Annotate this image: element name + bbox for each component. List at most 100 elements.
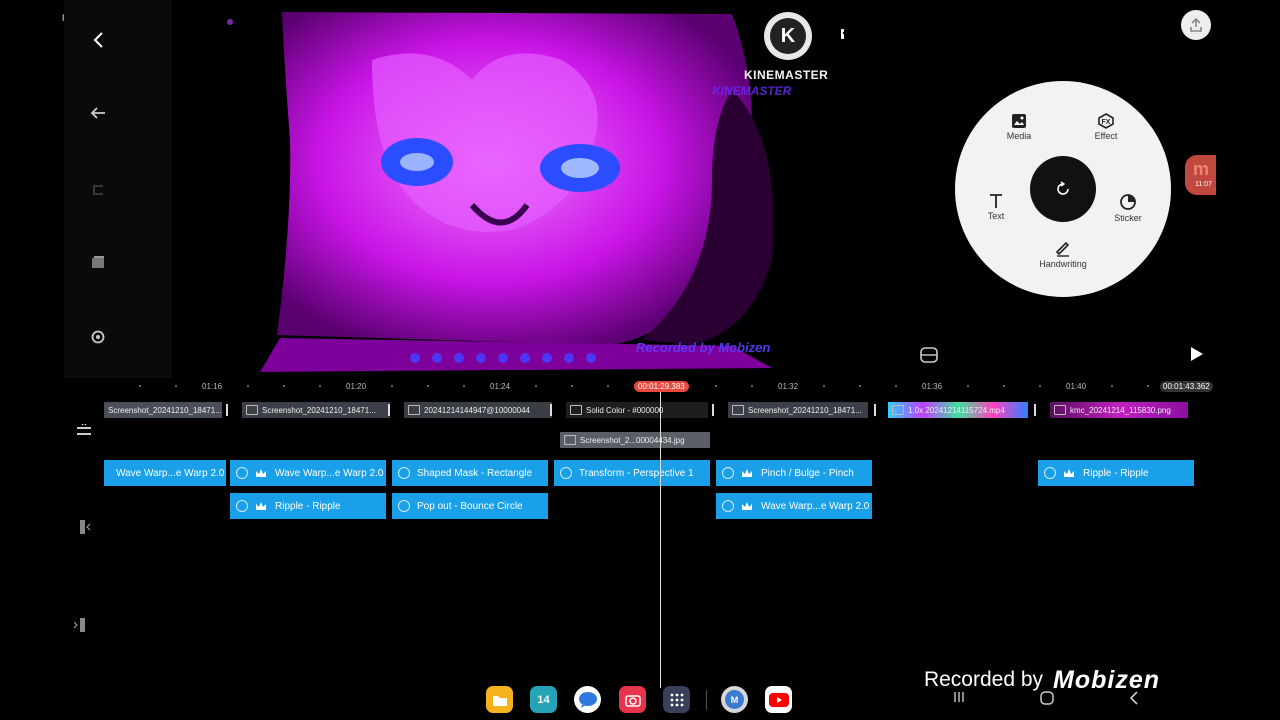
effect-layer[interactable]: Transform - Perspective 1 xyxy=(554,460,710,486)
redo-icon[interactable] xyxy=(86,178,110,202)
effect-layer[interactable]: Wave Warp...e Warp 2.0 xyxy=(716,493,872,519)
ghost-recorder-watermark: Recorded by Mobizen xyxy=(636,340,771,355)
dock-divider xyxy=(706,690,707,710)
video-clip[interactable]: Screenshot_20241210_18471... xyxy=(728,402,868,418)
video-clip[interactable]: 20241214144947@10000044 xyxy=(404,402,552,418)
transition-marker[interactable] xyxy=(550,404,552,416)
undo-icon[interactable] xyxy=(86,101,110,125)
preview-frame-image xyxy=(172,0,844,378)
handwriting-button[interactable]: Handwriting xyxy=(1028,239,1098,269)
rotate-icon xyxy=(1057,181,1069,195)
effect-ring-icon xyxy=(398,467,410,479)
home-icon[interactable] xyxy=(1039,690,1055,706)
media-label: Media xyxy=(1006,131,1032,141)
effect-button[interactable]: FX Effect xyxy=(1071,113,1141,141)
effect-layer[interactable]: Wave Warp...e Warp 2.0 xyxy=(230,460,386,486)
text-button[interactable]: Text xyxy=(961,193,1031,221)
camera-app-icon[interactable] xyxy=(619,686,646,713)
app-drawer-icon[interactable] xyxy=(663,686,690,713)
clip-label: 1.0x 20241214115724.mp4 xyxy=(908,405,1005,415)
wheel-center-button[interactable] xyxy=(1030,156,1096,222)
video-clip[interactable]: Screenshot_20241210_18471... xyxy=(242,402,390,418)
effect-layer[interactable]: Pinch / Bulge - Pinch xyxy=(716,460,872,486)
image-icon xyxy=(1054,405,1066,415)
system-back-icon[interactable] xyxy=(1128,690,1142,706)
ruler-tick: 01:36 xyxy=(922,382,943,391)
transition-marker[interactable] xyxy=(712,404,714,416)
effect-label: Ripple - Ripple xyxy=(1083,467,1149,479)
effect-label: Pinch / Bulge - Pinch xyxy=(761,467,854,479)
effect-layer[interactable]: Wave Warp...e Warp 2.0 xyxy=(104,460,226,486)
image-icon xyxy=(732,405,744,415)
recent-apps-icon[interactable] xyxy=(952,690,966,704)
transition-marker[interactable] xyxy=(874,404,876,416)
pen-icon xyxy=(1055,241,1070,257)
kinemaster-watermark-text: KINEMASTER xyxy=(744,68,829,82)
clip-label: 20241214144947@10000044 xyxy=(424,405,531,415)
transition-marker[interactable] xyxy=(226,404,228,416)
layers-icon[interactable] xyxy=(86,250,110,274)
clip-label: Screenshot_20241210_18471... xyxy=(262,405,376,415)
video-icon xyxy=(892,405,904,415)
export-icon[interactable] xyxy=(1181,10,1211,40)
effect-layer[interactable]: Pop out - Bounce Circle xyxy=(392,493,548,519)
asset-store-icon[interactable] xyxy=(919,346,939,364)
sticker-button[interactable]: Sticker xyxy=(1093,193,1163,223)
transition-marker[interactable] xyxy=(388,404,390,416)
track-handle-icon[interactable] xyxy=(80,520,92,534)
ruler-tick: 01:16 xyxy=(202,382,223,391)
media-icon xyxy=(1012,114,1026,128)
effect-ring-icon xyxy=(722,500,734,512)
effect-ring-icon xyxy=(1044,467,1056,479)
clip-label: kmc_20241214_115830.png xyxy=(1070,405,1171,415)
effect-ring-icon xyxy=(236,467,248,479)
clip-label: Screenshot_20241210_18471... xyxy=(108,405,222,415)
clip-label: Screenshot_20241210_18471... xyxy=(748,405,862,415)
files-app-icon[interactable] xyxy=(486,686,513,713)
sticker-label: Sticker xyxy=(1114,213,1142,223)
mobizen-app-icon[interactable]: M xyxy=(721,686,748,713)
ruler-tick: 01:20 xyxy=(346,382,367,391)
color-icon xyxy=(570,405,582,415)
calendar-day: 14 xyxy=(537,693,550,706)
floating-recorder-badge[interactable]: m 11:07 xyxy=(1185,155,1216,195)
effect-layer[interactable]: Ripple - Ripple xyxy=(230,493,386,519)
ruler-tick: 01:40 xyxy=(1066,382,1087,391)
effect-layer[interactable]: Ripple - Ripple xyxy=(1038,460,1194,486)
video-clip[interactable]: 1.0x 20241214115724.mp4 xyxy=(888,402,1028,418)
image-icon xyxy=(246,405,258,415)
effect-label: Pop out - Bounce Circle xyxy=(417,500,523,512)
video-clip[interactable]: Solid Color - #000000 xyxy=(566,402,708,418)
kinemaster-ghost-text: KINEMASTER xyxy=(712,84,792,98)
video-preview[interactable]: Recorded by Mobizen K KINEMASTER KINEMAS… xyxy=(172,0,844,378)
video-clip[interactable]: kmc_20241214_115830.png xyxy=(1050,402,1188,418)
timeline-expand-icon[interactable] xyxy=(76,422,92,438)
svg-text:FX: FX xyxy=(1102,119,1111,126)
effect-label: Wave Warp...e Warp 2.0 xyxy=(275,467,384,479)
kinemaster-logo: K xyxy=(764,12,812,60)
back-icon[interactable] xyxy=(86,28,110,52)
youtube-app-icon[interactable] xyxy=(765,686,792,713)
text-label: Text xyxy=(987,211,1005,221)
overlay-clip[interactable]: Screenshot_2...00004434.jpg xyxy=(560,432,710,448)
effect-ring-icon xyxy=(560,467,572,479)
messages-app-icon[interactable] xyxy=(574,686,601,713)
effect-layer[interactable]: Shaped Mask - Rectangle xyxy=(392,460,548,486)
settings-icon[interactable] xyxy=(86,325,110,349)
image-icon xyxy=(564,435,576,445)
image-icon xyxy=(408,405,420,415)
playhead-time: 00:01:29.383 xyxy=(634,381,689,392)
calendar-app-icon[interactable]: 14 xyxy=(530,686,557,713)
play-button[interactable] xyxy=(1187,345,1205,363)
track-handle-icon[interactable] xyxy=(73,618,88,632)
video-clip[interactable]: Screenshot_20241210_18471... xyxy=(104,402,222,418)
effect-label: Ripple - Ripple xyxy=(275,500,341,512)
effect-label: Wave Warp...e Warp 2.0 xyxy=(116,467,225,479)
time-ruler[interactable]: 01:16 01:20 01:24 01:32 01:36 01:40 00:0… xyxy=(64,378,1216,394)
effect-icon: FX xyxy=(1098,113,1114,129)
playhead-line[interactable] xyxy=(660,392,661,688)
media-button[interactable]: Media xyxy=(984,113,1054,141)
handwriting-label: Handwriting xyxy=(1039,259,1087,269)
crown-icon xyxy=(256,469,266,477)
transition-marker[interactable] xyxy=(1034,404,1036,416)
